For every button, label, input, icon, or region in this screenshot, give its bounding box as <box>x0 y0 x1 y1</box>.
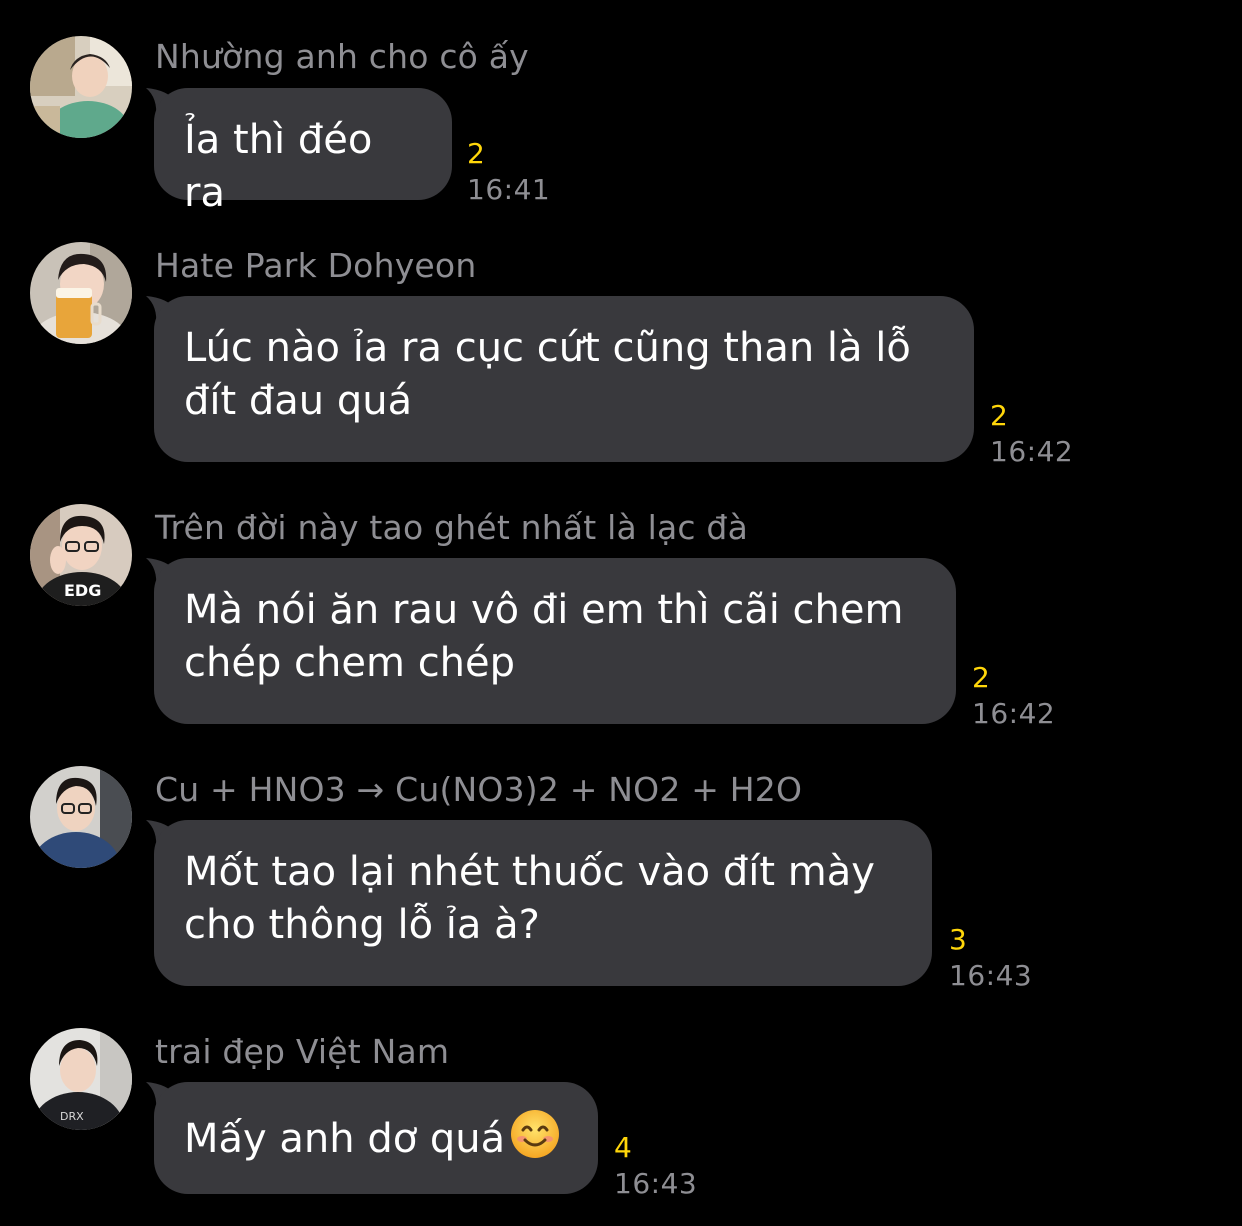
message-bubble[interactable]: Mấy anh dơ quá <box>154 1082 598 1194</box>
message-text: Mà nói ăn rau vô đi em thì cãi chem chép… <box>184 587 904 686</box>
sender-name: Nhường anh cho cô ấy <box>155 37 529 76</box>
message-meta: 2 16:42 <box>990 400 1073 472</box>
message-meta: 2 16:42 <box>972 662 1055 734</box>
avatar[interactable] <box>30 766 132 868</box>
unread-count-badge: 4 <box>614 1131 632 1164</box>
message-text: Ỉa thì đéo ra <box>184 117 373 216</box>
sender-name: Cu + HNO3 → Cu(NO3)2 + NO2 + H2O <box>155 770 803 809</box>
message-text: Mốt tao lại nhét thuốc vào đít mày cho t… <box>184 849 875 948</box>
message-time: 16:42 <box>972 697 1056 730</box>
avatar-boy-beer-glass-icon <box>30 242 132 344</box>
message-bubble-wrap: Ỉa thì đéo ra <box>146 88 452 216</box>
avatar-boy-glasses-jersey-icon: EDG <box>30 504 132 606</box>
message-bubble[interactable]: Ỉa thì đéo ra <box>154 88 452 216</box>
message-text: Lúc nào ỉa ra cục cứt cũng than là lỗ đí… <box>184 325 911 424</box>
message-time: 16:42 <box>990 435 1074 468</box>
message-meta: 4 16:43 <box>614 1132 697 1204</box>
message-bubble[interactable]: Mốt tao lại nhét thuốc vào đít mày cho t… <box>154 820 932 986</box>
message-bubble-wrap: Mà nói ăn rau vô đi em thì cãi chem chép… <box>146 558 956 724</box>
avatar[interactable]: EDG <box>30 504 132 606</box>
message-bubble[interactable]: Mà nói ăn rau vô đi em thì cãi chem chép… <box>154 558 956 724</box>
message-text: Mấy anh dơ quá <box>184 1116 506 1162</box>
sender-name: Hate Park Dohyeon <box>155 246 477 285</box>
message-time: 16:43 <box>614 1167 698 1200</box>
avatar-boy-black-hoodie-icon: DRX <box>30 1028 132 1130</box>
message-bubble-wrap: Mốt tao lại nhét thuốc vào đít mày cho t… <box>146 820 932 986</box>
avatar-boy-denim-jacket-icon <box>30 766 132 868</box>
unread-count-badge: 2 <box>467 137 485 170</box>
message-time: 16:43 <box>949 959 1033 992</box>
message-bubble[interactable]: Lúc nào ỉa ra cục cứt cũng than là lỗ đí… <box>154 296 974 462</box>
message-bubble-wrap: Lúc nào ỉa ra cục cứt cũng than là lỗ đí… <box>146 296 974 462</box>
avatar[interactable] <box>30 36 132 138</box>
avatar[interactable] <box>30 242 132 344</box>
message-bubble-wrap: Mấy anh dơ quá <box>146 1082 598 1194</box>
message-time: 16:41 <box>467 173 551 206</box>
avatar[interactable]: DRX <box>30 1028 132 1130</box>
unread-count-badge: 2 <box>972 661 990 694</box>
chat-thread: Nhường anh cho cô ấy Ỉa thì đéo ra 2 16:… <box>0 0 1242 1226</box>
message-meta: 3 16:43 <box>949 924 1032 996</box>
sender-name: trai đẹp Việt Nam <box>155 1032 450 1071</box>
avatar-boy-green-shirt-icon <box>30 36 132 138</box>
svg-text:DRX: DRX <box>60 1110 84 1123</box>
svg-text:EDG: EDG <box>64 581 101 600</box>
unread-count-badge: 2 <box>990 399 1008 432</box>
smiling-face-emoji-icon <box>511 1110 560 1158</box>
unread-count-badge: 3 <box>949 923 967 956</box>
sender-name: Trên đời này tao ghét nhất là lạc đà <box>155 508 748 547</box>
message-meta: 2 16:41 <box>467 138 550 210</box>
